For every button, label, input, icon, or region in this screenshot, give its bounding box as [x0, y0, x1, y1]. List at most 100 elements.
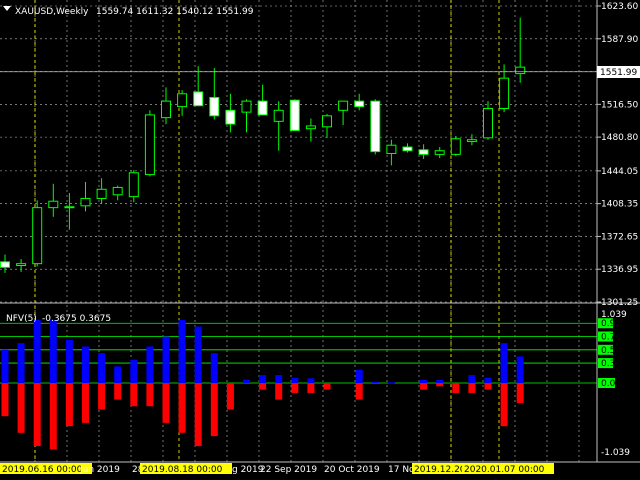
candle-bull [483, 107, 493, 139]
histogram-bar-negative [291, 383, 299, 393]
symbol-timeframe: XAUUSD,Weekly [15, 7, 89, 17]
candle-bear [257, 100, 268, 116]
histogram-bar-positive [82, 346, 89, 383]
histogram-bar-negative [194, 383, 202, 447]
current-price-label: 1551.99 [600, 68, 637, 78]
time-axis[interactable]: 2019.06.16 00:00Jun 2019 282019.08.18 00:… [0, 463, 554, 475]
candle-bull [112, 186, 123, 196]
candle-bear [209, 96, 220, 117]
candle-bear [193, 91, 204, 107]
histogram-bar-positive [178, 319, 186, 383]
time-tick-label: g 2019 [232, 465, 264, 475]
histogram-bar-negative [82, 383, 89, 423]
histogram-bar-positive [33, 319, 41, 383]
histogram-bar-negative [420, 383, 428, 390]
histogram-bar-positive [130, 359, 138, 383]
histogram-bar-positive [210, 353, 218, 383]
time-tick-label: 20 Oct 2019 [324, 465, 380, 475]
histogram-bar-positive [1, 349, 9, 383]
histogram-bar-negative [259, 383, 267, 390]
candle-bull [64, 206, 75, 209]
candle-bull [241, 100, 252, 113]
histogram-bar-negative [17, 383, 25, 433]
histogram-bar-positive [387, 382, 395, 384]
candle-bear [402, 146, 413, 152]
candle-bull [177, 93, 188, 108]
chart-canvas[interactable]: 1623.601587.901552.201516.501480.801444.… [0, 0, 640, 480]
indicator-tick-label: 0.7 [601, 333, 615, 343]
histogram-bar-negative [49, 383, 57, 450]
indicator-tick-label: 0.5 [601, 346, 615, 356]
candle-bull [305, 125, 316, 130]
histogram-bar-positive [291, 377, 299, 383]
price-tick-label: 1480.80 [601, 133, 638, 143]
histogram-bar-positive [275, 375, 283, 383]
histogram-bar-positive [98, 353, 106, 383]
histogram-bar-negative [226, 383, 234, 410]
histogram-bar-positive [307, 378, 315, 383]
histogram-bar-negative [130, 383, 138, 407]
histogram-bar-positive [243, 379, 250, 383]
price-tick-label: 1336.95 [601, 265, 638, 275]
indicator-axis[interactable]: 1.0390.90.70.50.30.00-1.039 [598, 310, 630, 458]
time-tick-label: 2019.12.20 [414, 465, 466, 475]
indicator-tick-label: 0.9 [601, 319, 616, 329]
histogram-bar-positive [516, 356, 524, 383]
candle-bull [386, 144, 397, 154]
time-tick-label: 2019.08.18 00:00 [142, 465, 223, 475]
chart-menu-triangle-icon[interactable] [3, 6, 11, 11]
candle-bull [161, 100, 171, 119]
time-tick-label: 17 No [388, 465, 415, 475]
candle-bull [515, 66, 526, 75]
price-tick-label: 1372.65 [601, 232, 638, 242]
histogram-bar-positive [65, 339, 73, 383]
histogram-bar-negative [468, 383, 476, 393]
histogram-bar-negative [355, 383, 363, 400]
histogram-bar-negative [178, 383, 186, 433]
indicator-values: -0.3675 0.3675 [42, 314, 111, 324]
histogram-bar-positive [468, 375, 476, 383]
candle-bull [48, 200, 59, 209]
candle-bear [0, 261, 10, 268]
price-tick-label: 1301.25 [601, 298, 638, 308]
histogram-bar-positive [420, 379, 428, 383]
candle-bull [128, 172, 139, 198]
histogram-bar-negative [323, 383, 331, 390]
candle-bull [16, 263, 27, 266]
histogram-bar-negative [436, 383, 444, 387]
indicator-tick-label: 0.3 [601, 359, 615, 369]
time-tick-label: 22 Sep 2019 [260, 465, 317, 475]
histogram-bar-negative [114, 383, 122, 400]
indicator-histogram [1, 319, 524, 450]
price-axis[interactable]: 1623.601587.901552.201516.501480.801444.… [597, 2, 638, 308]
histogram-bar-negative [307, 383, 315, 393]
candle-bull [144, 114, 155, 176]
histogram-bar-positive [484, 377, 492, 383]
candle-bear [418, 149, 429, 155]
candle-bull [32, 207, 43, 265]
histogram-bar-negative [146, 383, 154, 407]
histogram-bar-negative [452, 383, 460, 393]
indicator-tick-label: -1.039 [601, 448, 630, 458]
candle-bull [322, 115, 332, 128]
histogram-bar-negative [210, 383, 218, 437]
histogram-bar-negative [33, 383, 41, 447]
candle-bull [273, 109, 284, 122]
ohlc-values: 1559.74 1611.32 1540.12 1551.99 [96, 7, 254, 17]
price-tick-label: 1408.35 [601, 200, 638, 210]
candle-bear [370, 100, 381, 153]
candle-bear [289, 99, 300, 132]
histogram-bar-positive [17, 343, 25, 383]
candle-bear [225, 109, 236, 125]
indicator-tick-label: 0.00 [601, 379, 621, 389]
price-tick-label: 1623.60 [601, 2, 638, 12]
histogram-bar-negative [65, 383, 73, 427]
candle-bull [450, 138, 461, 155]
time-tick-label: 2019.06.16 00:00 [2, 465, 83, 475]
histogram-bar-positive [49, 319, 57, 383]
histogram-bar-positive [371, 381, 379, 383]
price-tick-label: 1444.05 [601, 167, 638, 177]
histogram-bar-negative [516, 383, 524, 403]
histogram-bar-positive [194, 326, 202, 383]
histogram-bar-negative [1, 383, 9, 417]
